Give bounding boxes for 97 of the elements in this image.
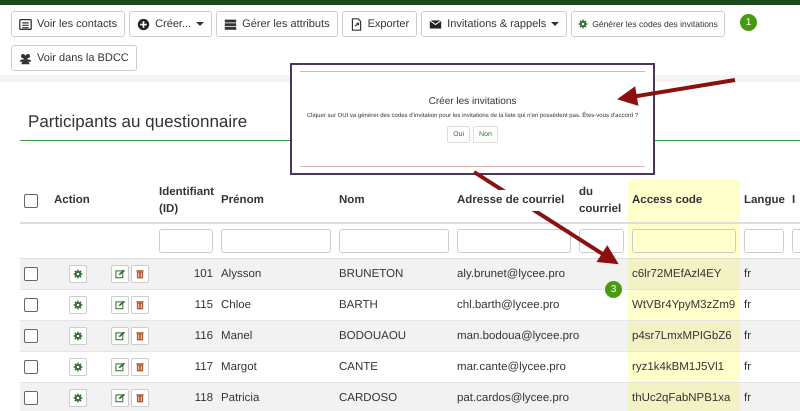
filter-field[interactable]: [632, 229, 736, 253]
checkbox[interactable]: [24, 194, 38, 208]
table-cell-text: BODOUAOU: [338, 329, 408, 344]
column-header[interactable]: Access code: [628, 179, 740, 222]
filter-field[interactable]: [744, 229, 784, 253]
settings-icon: [72, 393, 82, 403]
users-icon: [19, 52, 32, 64]
envelope-icon: [429, 18, 442, 30]
column-header[interactable]: Prénom: [217, 179, 335, 222]
toolbar-button[interactable]: Invitations & rappels: [421, 11, 568, 37]
trash-icon: [135, 393, 145, 403]
column-header[interactable]: Nom: [335, 179, 453, 222]
edit-button[interactable]: [111, 358, 129, 376]
table-cell-text: 101: [192, 267, 214, 282]
table-cell-text: 115: [194, 298, 214, 313]
settings-button[interactable]: [68, 358, 86, 376]
filter-field[interactable]: [159, 229, 213, 253]
column-header[interactable]: I: [788, 179, 800, 222]
checkbox[interactable]: [24, 360, 38, 374]
table-cell-text: pat.cardos@lycee.pro: [456, 391, 570, 406]
edit-icon: [115, 300, 125, 310]
settings-icon: [72, 331, 82, 341]
table-cell-text: fr: [743, 329, 752, 344]
column-header[interactable]: Langue: [740, 179, 788, 222]
export-icon: [350, 18, 363, 30]
column-header: Action: [53, 193, 91, 208]
toolbar-button[interactable]: Créer...: [129, 11, 212, 37]
settings-icon: [72, 269, 82, 279]
dialog-title: Créer les invitations: [428, 96, 516, 106]
settings-button[interactable]: [68, 296, 86, 314]
edit-icon: [115, 269, 125, 279]
checkbox[interactable]: [24, 298, 38, 312]
number-badge: 3: [605, 281, 622, 298]
edit-icon: [115, 331, 125, 341]
toolbar-button[interactable]: Gérer les attributs: [216, 11, 338, 37]
toolbar-button[interactable]: Voir les contacts: [11, 11, 126, 37]
delete-button[interactable]: [131, 358, 149, 376]
edit-icon: [115, 393, 125, 403]
table-cell-text: aly.brunet@lycee.pro: [456, 267, 566, 282]
table-cell-text: 118: [194, 391, 214, 406]
trash-icon: [135, 269, 145, 279]
table-cell-text: fr: [743, 360, 752, 375]
settings-button[interactable]: [68, 265, 86, 283]
checkbox[interactable]: [24, 391, 38, 405]
number-badge: 1: [740, 14, 757, 31]
table-cell-text: fr: [743, 391, 752, 406]
settings-button[interactable]: [68, 327, 86, 345]
table-cell-text: CARDOSO: [338, 391, 398, 406]
server-icon: [224, 18, 238, 30]
table-cell-text: Margot: [220, 360, 258, 375]
table-cell: WtVBr4YpyM3zZm9: [628, 290, 740, 320]
settings-icon: [578, 19, 588, 29]
edit-button[interactable]: [111, 327, 129, 345]
edit-button[interactable]: [111, 265, 129, 283]
column-header[interactable]: Identifiant (ID): [155, 179, 217, 222]
toolbar-button[interactable]: Exporter: [342, 11, 418, 37]
column-header[interactable]: du courriel: [575, 179, 628, 222]
trash-icon: [135, 362, 145, 372]
table-cell-text: Alysson: [220, 267, 262, 282]
edit-button[interactable]: [111, 296, 129, 314]
delete-button[interactable]: [131, 327, 149, 345]
edit-icon: [115, 362, 125, 372]
table-cell-text: CANTE: [338, 360, 379, 375]
table-cell: ryz1k4kBM1J5Vl1: [628, 352, 740, 382]
checkbox[interactable]: [24, 267, 38, 281]
settings-icon: [72, 300, 82, 310]
plus-icon: [137, 18, 150, 30]
edit-button[interactable]: [111, 389, 129, 407]
checkbox[interactable]: [24, 329, 38, 343]
table-cell: thUc2qFabNPB1xa: [628, 383, 740, 411]
table-cell-text: fr: [743, 267, 752, 282]
table-cell: p4sr7LmxMPIGbZ6: [628, 321, 740, 351]
delete-button[interactable]: [131, 296, 149, 314]
list-icon: [19, 18, 32, 30]
table-cell-text: chl.barth@lycee.pro: [456, 298, 560, 313]
table-cell-text: Manel: [220, 329, 254, 344]
settings-button[interactable]: [68, 389, 86, 407]
toolbar-button[interactable]: Voir dans la BDCC: [11, 45, 137, 71]
table-cell-text: BRUNETON: [338, 267, 404, 282]
table-cell-text: mar.cante@lycee.pro: [456, 360, 567, 375]
delete-button[interactable]: [131, 265, 149, 283]
table-cell-text: fr: [743, 298, 752, 313]
trash-icon: [135, 331, 145, 341]
toolbar-button[interactable]: Générer les codes des invitations: [571, 11, 725, 37]
settings-icon: [72, 362, 82, 372]
filter-field[interactable]: [221, 229, 331, 253]
table-cell-text: BARTH: [338, 298, 379, 313]
filter-field[interactable]: [579, 229, 624, 253]
trash-icon: [135, 300, 145, 310]
table-cell-text: 116: [194, 329, 214, 344]
table-cell: c6lr72MEfAzl4EY: [628, 259, 740, 289]
filter-field[interactable]: [457, 229, 571, 253]
table-cell-text: 117: [194, 360, 214, 375]
filter-field[interactable]: [339, 229, 449, 253]
table-cell-text: Patricia: [220, 391, 260, 406]
table-cell-text: Chloe: [220, 298, 252, 313]
delete-button[interactable]: [131, 389, 149, 407]
